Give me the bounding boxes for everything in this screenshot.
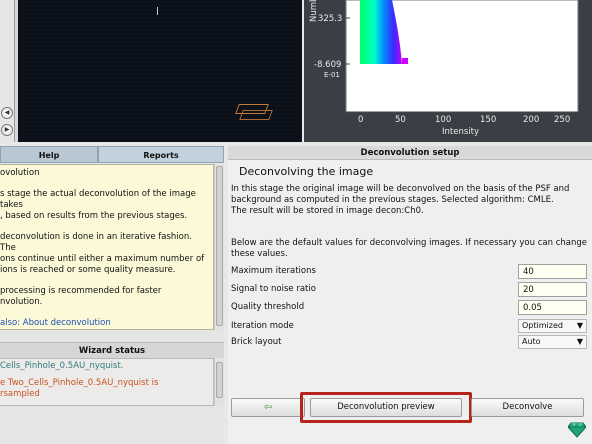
- deconvolution-setup-panel: Deconvolution setup Deconvolving the ima…: [228, 146, 592, 444]
- x-tick-label: 50: [395, 115, 406, 125]
- setup-header: Deconvolution setup: [228, 146, 592, 160]
- wizard-status-list: Cells_Pinhole_0.5AU_nyquist. e Two_Cells…: [0, 358, 214, 406]
- image-noise: [18, 0, 302, 142]
- param-label: Signal to noise ratio: [231, 284, 316, 294]
- help-panel: Help Reports ovolution s stage the actua…: [0, 146, 224, 444]
- help-title: ovolution: [0, 168, 40, 178]
- x-tick-label: 250: [554, 115, 570, 125]
- help-content: ovolution s stage the actual deconvoluti…: [0, 164, 214, 330]
- quality-threshold-field[interactable]: [518, 300, 587, 315]
- intensity-histogram: Numb 325.3 -8.609 E-01 0 50 100 150 200 …: [304, 0, 592, 142]
- y-tick-label-bottom: -8.609: [314, 60, 341, 70]
- about-deconvolution-link[interactable]: also: About deconvolution: [0, 318, 111, 328]
- param-label: Maximum iterations: [231, 266, 316, 276]
- image-canvas[interactable]: [18, 0, 302, 142]
- setup-description: In this stage the original image will be…: [231, 184, 570, 216]
- select-value: Auto: [522, 337, 541, 346]
- help-paragraph: processing is recommended for faster nvo…: [0, 286, 162, 307]
- max-iterations-field[interactable]: [518, 264, 587, 279]
- bounding-box-shadow: [239, 110, 273, 120]
- nav-right-button[interactable]: ▶: [1, 124, 13, 136]
- tab-reports[interactable]: Reports: [98, 146, 224, 163]
- wizard-status-warning: e Two_Cells_Pinhole_0.5AU_nyquist is rsa…: [0, 378, 159, 399]
- param-label: Brick layout: [231, 337, 282, 347]
- back-button[interactable]: ⇦: [231, 398, 305, 417]
- deconvolution-preview-button[interactable]: Deconvolution preview: [310, 398, 462, 417]
- chevron-down-icon: ▼: [576, 337, 583, 346]
- help-scroll-thumb[interactable]: [216, 166, 223, 326]
- wizard-status-header: Wizard status: [0, 342, 224, 358]
- param-row-quality: Quality threshold: [231, 300, 587, 316]
- y-tick-exponent: E-01: [324, 71, 340, 79]
- viewport-toolstrip: ◀ ▶: [0, 0, 15, 142]
- left-arrow-icon: ⇦: [263, 402, 273, 413]
- x-tick-label: 200: [523, 115, 539, 125]
- brick-layout-select[interactable]: Auto ▼: [518, 335, 587, 349]
- histogram-tail: [402, 58, 408, 64]
- help-tabs: Help Reports: [0, 146, 224, 163]
- param-label: Quality threshold: [231, 302, 305, 312]
- wizard-scrollbar[interactable]: [214, 358, 224, 406]
- tab-help[interactable]: Help: [0, 146, 98, 163]
- x-tick-label: 100: [435, 115, 451, 125]
- wizard-scroll-thumb[interactable]: [216, 362, 223, 398]
- y-tick-label-top: 325.3: [318, 14, 342, 24]
- help-paragraph: s stage the actual deconvolution of the …: [0, 189, 196, 221]
- action-bar: ⇦ Deconvolution preview Deconvolve: [230, 392, 586, 423]
- gem-icon: [568, 422, 586, 438]
- defaults-note: Below are the default values for deconvo…: [231, 238, 587, 259]
- chevron-down-icon: ▼: [576, 321, 583, 330]
- page-title: Deconvolving the image: [239, 165, 374, 178]
- x-tick-label: 0: [358, 115, 363, 125]
- iteration-mode-select[interactable]: Optimized ▼: [518, 319, 587, 333]
- help-scrollbar[interactable]: [214, 164, 224, 330]
- wizard-status-ok: Cells_Pinhole_0.5AU_nyquist.: [0, 361, 124, 371]
- nav-left-button[interactable]: ◀: [1, 107, 13, 119]
- help-paragraph: deconvolution is done in an iterative fa…: [0, 232, 205, 275]
- deconvolve-button[interactable]: Deconvolve: [471, 398, 584, 417]
- x-tick-label: 150: [480, 115, 496, 125]
- param-row-brick-layout: Brick layout Auto ▼: [231, 335, 587, 351]
- image-viewport[interactable]: ◀ ▶: [0, 0, 302, 142]
- param-row-snr: Signal to noise ratio: [231, 282, 587, 298]
- signal-to-noise-field[interactable]: [518, 282, 587, 297]
- select-value: Optimized: [522, 321, 563, 330]
- param-row-max-iterations: Maximum iterations: [231, 264, 587, 280]
- param-row-iteration-mode: Iteration mode Optimized ▼: [231, 319, 587, 335]
- param-label: Iteration mode: [231, 321, 294, 331]
- x-axis-label: Intensity: [442, 127, 479, 137]
- crosshair-marker: [157, 7, 158, 15]
